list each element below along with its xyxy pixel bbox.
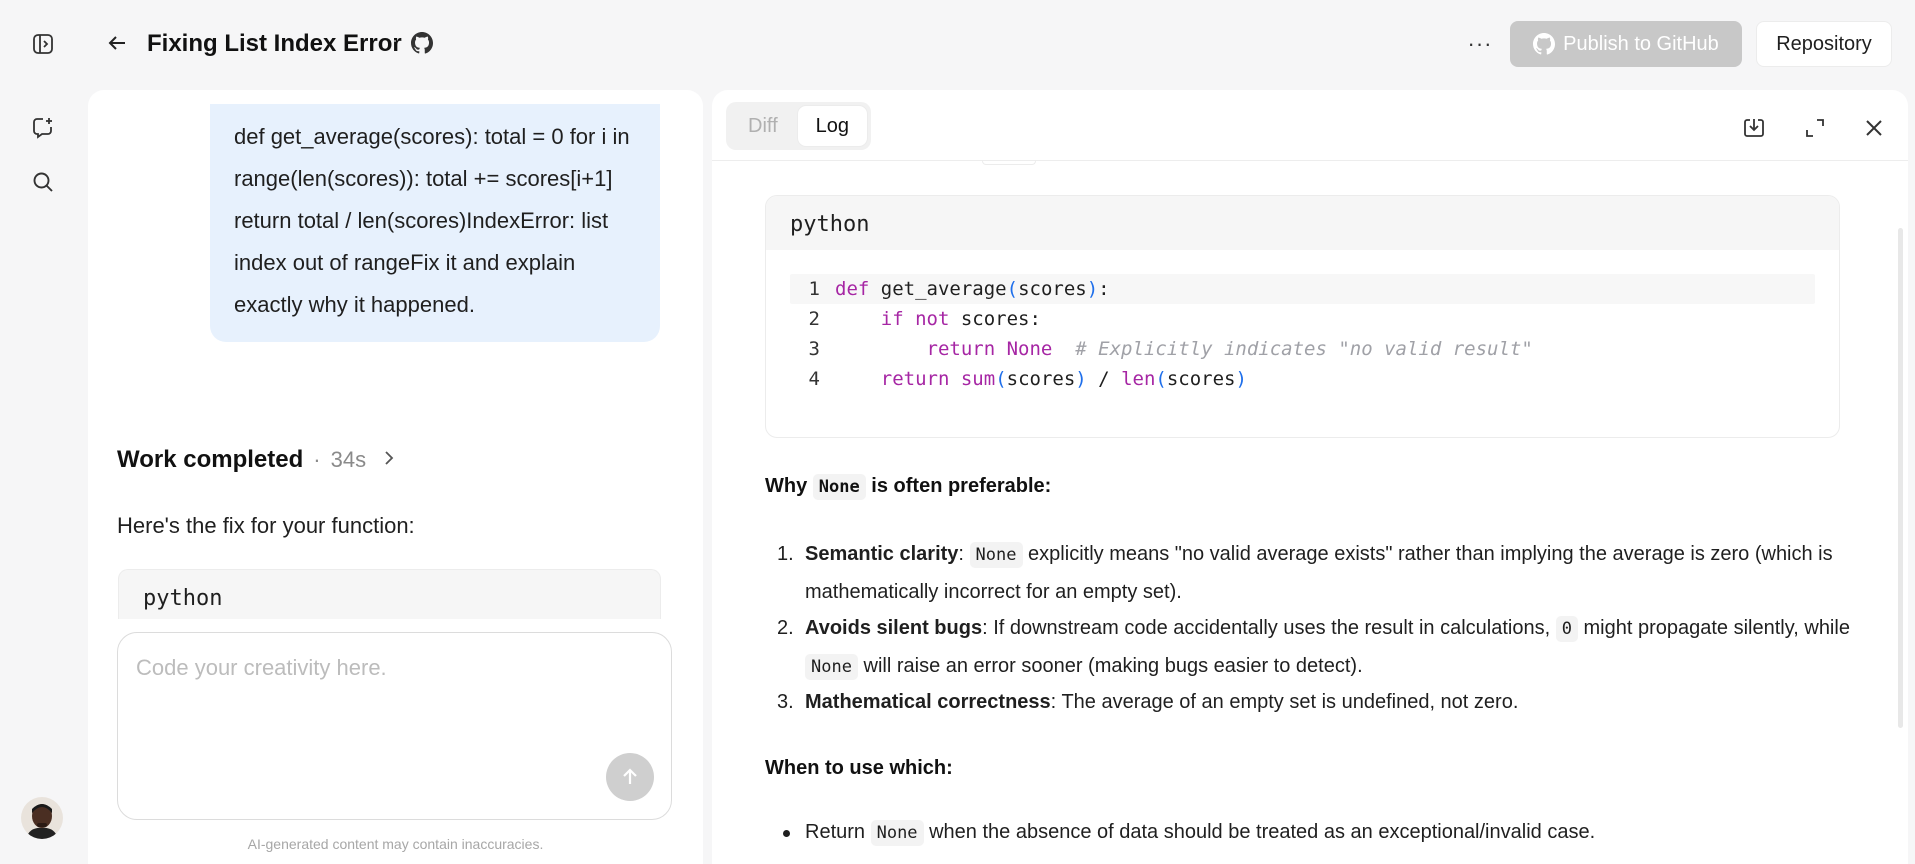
user-message-bubble: def get_average(scores): total = 0 for i…: [210, 104, 660, 342]
code-line: 1 def get_average(scores):: [790, 274, 1815, 304]
new-chat-icon[interactable]: [26, 111, 60, 145]
page-title: Fixing List Index Error: [147, 30, 402, 57]
list-item: Return None when the absence of data sho…: [765, 814, 1850, 852]
work-status: Work completed: [117, 446, 304, 473]
chat-input-box: [117, 632, 672, 820]
top-header: Fixing List Index Error · ··· Publish to…: [86, 0, 1915, 90]
code-line: 3 return None # Explicitly indicates "no…: [808, 338, 1533, 360]
code-line: 2 if not scores:: [808, 308, 1041, 330]
list-item: 2. Avoids silent bugs: If downstream cod…: [765, 610, 1850, 686]
bullet-dot: [783, 830, 790, 837]
code-body: 1 def get_average(scores): 2 if not score…: [766, 250, 1839, 418]
left-rail: [0, 0, 86, 864]
scrollbar[interactable]: [1898, 228, 1903, 728]
search-icon[interactable]: [26, 165, 60, 199]
truncated-inline-code: [982, 160, 1036, 165]
back-arrow-icon[interactable]: [102, 28, 132, 58]
chat-panel: def get_average(scores): total = 0 for i…: [88, 90, 703, 864]
work-duration: 34s: [330, 447, 367, 472]
download-icon[interactable]: [1738, 112, 1770, 144]
view-tabs: Diff Log: [726, 102, 872, 150]
work-completed-row[interactable]: Work completed · 34s: [117, 446, 396, 474]
more-options-button[interactable]: ···: [1462, 26, 1498, 62]
assistant-intro-text: Here's the fix for your function:: [117, 513, 415, 538]
repository-button[interactable]: Repository: [1756, 21, 1892, 67]
github-icon[interactable]: [411, 32, 434, 59]
publish-label: Publish to GitHub: [1563, 32, 1719, 55]
title-separator: ·: [392, 30, 398, 50]
tab-log[interactable]: Log: [797, 106, 868, 146]
github-icon: [1533, 33, 1556, 55]
expand-icon[interactable]: [1799, 112, 1831, 144]
list-item: 3. Mathematical correctness: The average…: [777, 691, 1519, 713]
code-language: python: [766, 196, 1839, 250]
work-separator: ·: [313, 447, 321, 472]
ai-disclaimer: AI-generated content may contain inaccur…: [247, 836, 544, 852]
chat-code-language: python: [118, 569, 661, 619]
arrow-up-icon: [623, 768, 637, 784]
tab-diff[interactable]: Diff: [730, 106, 796, 146]
sidebar-toggle-icon[interactable]: [26, 27, 60, 61]
send-button[interactable]: [606, 753, 654, 801]
chat-input[interactable]: [136, 655, 636, 745]
code-block: python 1 def get_average(scores): 2 if no…: [765, 195, 1840, 438]
publish-to-github-button[interactable]: Publish to GitHub: [1510, 21, 1742, 67]
avatar[interactable]: [21, 797, 63, 839]
when-heading: When to use which:: [765, 757, 953, 779]
log-panel: Diff Log python 1 def get_average(scores)…: [712, 90, 1908, 864]
why-heading: Why None is often preferable:: [765, 474, 1051, 500]
list-item: 1. Semantic clarity: None explicitly mea…: [777, 542, 1833, 603]
close-icon[interactable]: [1858, 112, 1890, 144]
panel-divider: [712, 160, 1908, 161]
code-line: 4 return sum(scores) / len(scores): [808, 368, 1247, 390]
chevron-right-icon[interactable]: [382, 450, 396, 471]
